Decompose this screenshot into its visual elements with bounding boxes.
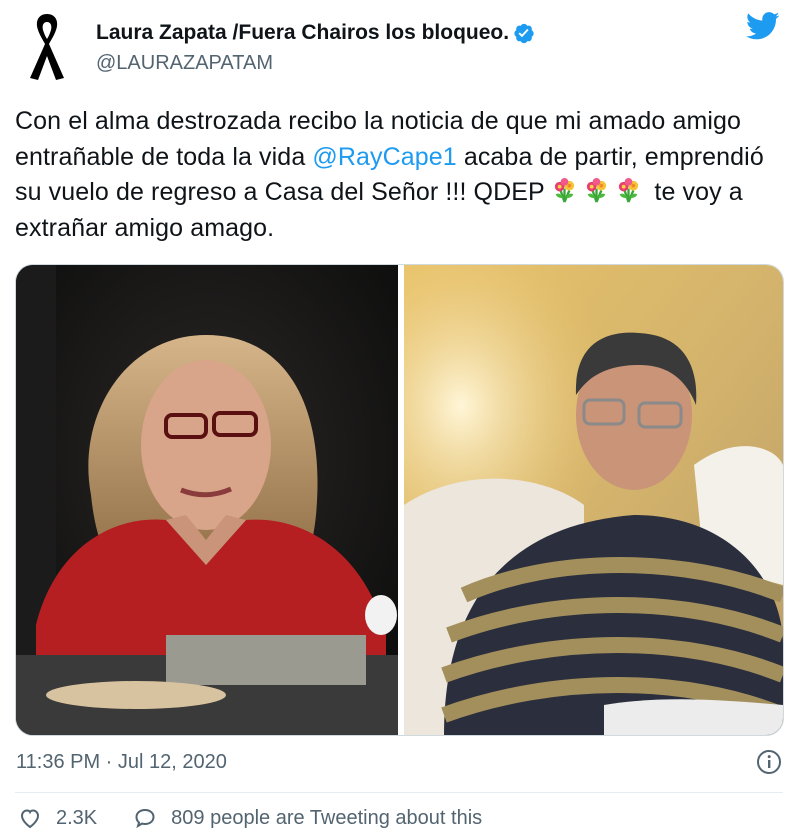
- mourning-ribbon-icon: [30, 14, 64, 80]
- bouquet-emoji-icon: [583, 177, 610, 204]
- tweet-timestamp[interactable]: 11:36 PM · Jul 12, 2020: [16, 750, 227, 774]
- tweeting-about-text: 809 people are Tweeting about this: [171, 806, 483, 829]
- avatar[interactable]: [16, 8, 79, 86]
- tweet-text: Con el alma destrozada recibo la noticia…: [15, 104, 790, 246]
- bouquet-emoji-icon: [615, 177, 642, 204]
- info-icon[interactable]: [756, 749, 782, 775]
- speech-bubble-icon: [135, 808, 155, 829]
- tweet-media[interactable]: [15, 264, 784, 736]
- mention-link[interactable]: @RayCape1: [312, 143, 456, 171]
- author-block: Laura Zapata /Fuera Chairos los bloqueo.…: [96, 20, 535, 75]
- like-button[interactable]: 2.3K: [18, 806, 97, 830]
- bouquet-emoji-icon: [551, 177, 578, 204]
- display-name[interactable]: Laura Zapata /Fuera Chairos los bloqueo.: [96, 20, 509, 46]
- twitter-bird-icon[interactable]: [745, 12, 780, 42]
- user-handle[interactable]: @LAURAZAPATAM: [96, 51, 535, 75]
- author-name-row[interactable]: Laura Zapata /Fuera Chairos los bloqueo.: [96, 20, 535, 46]
- heart-icon: [20, 809, 40, 829]
- photo-man-striped-shirt[interactable]: [404, 265, 783, 735]
- tweet-actions: 2.3K 809 people are Tweeting about this: [18, 806, 518, 830]
- like-count: 2.3K: [56, 806, 98, 829]
- photo-woman-red-sweater[interactable]: [16, 265, 398, 735]
- divider: [15, 792, 783, 793]
- emoji-row: [551, 177, 647, 206]
- tweeting-about-link[interactable]: 809 people are Tweeting about this: [133, 806, 482, 830]
- verified-badge-icon: [513, 22, 535, 44]
